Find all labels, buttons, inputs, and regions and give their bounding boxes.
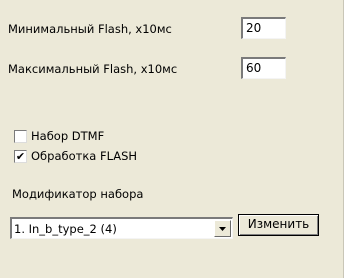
settings-panel: Минимальный Flash, x10мс 20 Максимальный…: [0, 0, 344, 278]
dropdown-button[interactable]: [214, 220, 231, 237]
change-button[interactable]: Изменить: [238, 214, 319, 236]
min-flash-input[interactable]: 20: [241, 17, 286, 39]
dial-modifier-selected: 1. In_b_type_2 (4): [14, 222, 117, 236]
flash-processing-label: Обработка FLASH: [31, 149, 138, 163]
dtmf-label: Набор DTMF: [31, 129, 105, 143]
chevron-down-icon: [219, 227, 226, 231]
min-flash-label: Минимальный Flash, x10мс: [8, 22, 172, 36]
dial-modifier-select[interactable]: 1. In_b_type_2 (4): [10, 217, 233, 239]
checkmark-icon: ✔: [15, 150, 26, 163]
flash-processing-checkbox[interactable]: ✔: [14, 150, 27, 163]
max-flash-label: Максимальный Flash, x10мс: [8, 62, 178, 76]
max-flash-input[interactable]: 60: [241, 57, 286, 79]
dial-modifier-label: Модификатор набора: [12, 187, 144, 201]
dtmf-checkbox[interactable]: [14, 130, 27, 143]
